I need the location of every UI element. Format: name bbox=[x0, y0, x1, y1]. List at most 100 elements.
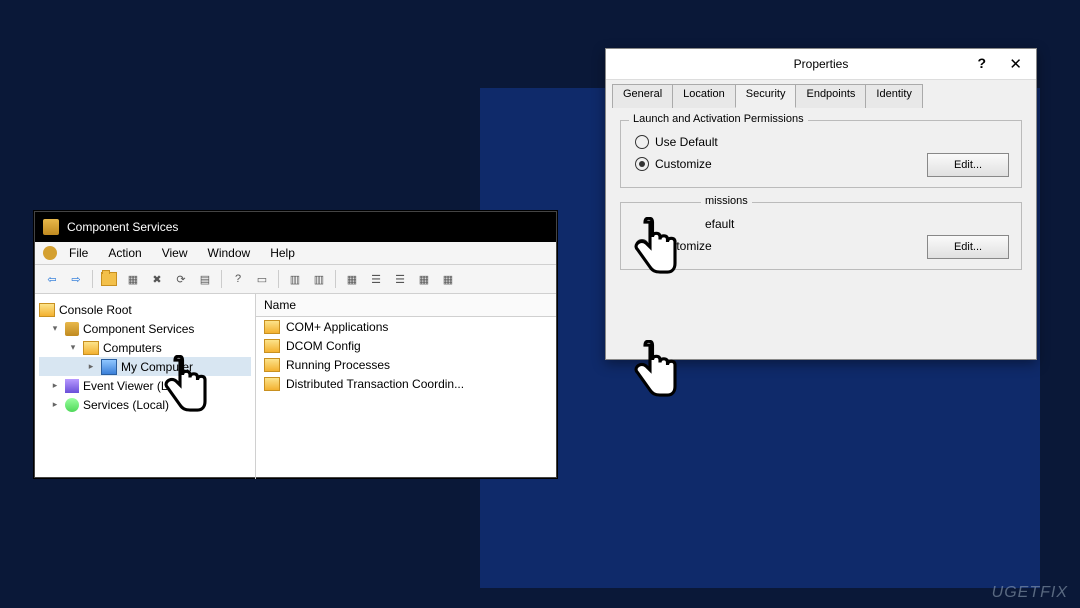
refresh-button[interactable]: ⟳ bbox=[170, 268, 192, 290]
watermark: UGETFIX bbox=[992, 584, 1068, 602]
tree-node-console-root[interactable]: Console Root bbox=[39, 300, 251, 319]
expander-icon[interactable] bbox=[49, 399, 61, 410]
folder-icon bbox=[39, 303, 55, 317]
menu-file[interactable]: File bbox=[61, 244, 96, 262]
list-item[interactable]: DCOM Config bbox=[256, 336, 556, 355]
toolbar-separator bbox=[221, 270, 222, 288]
list-item[interactable]: Running Processes bbox=[256, 355, 556, 374]
help-button[interactable]: ? bbox=[227, 268, 249, 290]
toolbar-button[interactable]: ▦ bbox=[413, 268, 435, 290]
expander-icon[interactable] bbox=[67, 342, 79, 353]
folder-icon bbox=[264, 377, 280, 391]
tab-general[interactable]: General bbox=[612, 84, 673, 108]
export-button[interactable]: ▤ bbox=[194, 268, 216, 290]
group-title: missions bbox=[701, 195, 752, 207]
menubar: File Action View Window Help bbox=[35, 242, 556, 265]
tree-label: My Computer bbox=[121, 360, 193, 374]
group-title: Launch and Activation Permissions bbox=[629, 113, 808, 125]
tab-location[interactable]: Location bbox=[672, 84, 736, 108]
tab-endpoints[interactable]: Endpoints bbox=[795, 84, 866, 108]
tree-label: Event Viewer (Local) bbox=[83, 379, 194, 393]
toolbar-button[interactable]: ☰ bbox=[365, 268, 387, 290]
forward-button[interactable] bbox=[65, 268, 87, 290]
radio-label: Customize bbox=[655, 157, 712, 171]
event-viewer-icon bbox=[65, 379, 79, 393]
window-titlebar[interactable]: Component Services bbox=[35, 212, 556, 242]
list-item-label: DCOM Config bbox=[286, 339, 361, 353]
toolbar-button[interactable]: ▥ bbox=[308, 268, 330, 290]
radio-label: Customize bbox=[655, 239, 712, 253]
radio-use-default[interactable]: Use Default bbox=[635, 131, 1007, 153]
toolbar-button[interactable]: ▦ bbox=[437, 268, 459, 290]
folder-icon bbox=[83, 341, 99, 355]
radio-icon[interactable] bbox=[635, 239, 649, 253]
tree-node-event-viewer[interactable]: Event Viewer (Local) bbox=[39, 376, 251, 395]
window-title: Component Services bbox=[67, 220, 178, 234]
security-tab-panel: Launch and Activation Permissions Use De… bbox=[606, 108, 1036, 296]
tree-label: Console Root bbox=[59, 303, 132, 317]
list-header-name[interactable]: Name bbox=[256, 294, 556, 317]
edit-button[interactable]: Edit... bbox=[927, 235, 1009, 259]
tree-node-services[interactable]: Services (Local) bbox=[39, 395, 251, 414]
list-item-label: COM+ Applications bbox=[286, 320, 388, 334]
toolbar-button[interactable]: ▥ bbox=[284, 268, 306, 290]
dialog-titlebar[interactable]: Properties ? ✕ bbox=[606, 49, 1036, 80]
edit-button[interactable]: Edit... bbox=[927, 153, 1009, 177]
tree-pane[interactable]: Console Root Component Services Computer… bbox=[35, 294, 256, 479]
menu-view[interactable]: View bbox=[154, 244, 196, 262]
properties-dialog: Properties ? ✕ General Location Security… bbox=[605, 48, 1037, 360]
tab-identity[interactable]: Identity bbox=[865, 84, 922, 108]
expander-icon[interactable] bbox=[49, 380, 61, 391]
toolbar-button[interactable]: ▦ bbox=[122, 268, 144, 290]
list-item-label: Distributed Transaction Coordin... bbox=[286, 377, 464, 391]
menu-help[interactable]: Help bbox=[262, 244, 303, 262]
folder-icon bbox=[264, 339, 280, 353]
component-services-icon bbox=[65, 322, 79, 336]
toolbar-separator bbox=[92, 270, 93, 288]
launch-permissions-group: Launch and Activation Permissions Use De… bbox=[620, 120, 1022, 188]
toolbar-button[interactable]: ☰ bbox=[389, 268, 411, 290]
radio-icon[interactable] bbox=[635, 135, 649, 149]
component-services-icon bbox=[43, 219, 59, 235]
tree-label: Component Services bbox=[83, 322, 194, 336]
radio-label: efault bbox=[705, 217, 734, 231]
access-permissions-group: missions efault Customize Edit... bbox=[620, 202, 1022, 270]
toolbar-button[interactable]: ▦ bbox=[341, 268, 363, 290]
tree-label: Computers bbox=[103, 341, 162, 355]
dialog-title: Properties bbox=[794, 57, 849, 71]
toolbar: ▦ ✖ ⟳ ▤ ? ▭ ▥ ▥ ▦ ☰ ☰ ▦ ▦ bbox=[35, 265, 556, 294]
desktop-background: Component Services File Action View Wind… bbox=[0, 0, 1080, 608]
menu-window[interactable]: Window bbox=[200, 244, 259, 262]
pin-icon[interactable] bbox=[43, 246, 57, 260]
folder-icon bbox=[264, 320, 280, 334]
menu-action[interactable]: Action bbox=[100, 244, 149, 262]
radio-label: Use Default bbox=[655, 135, 718, 149]
window-body: Console Root Component Services Computer… bbox=[35, 294, 556, 479]
expander-icon[interactable] bbox=[49, 323, 61, 334]
back-button[interactable] bbox=[41, 268, 63, 290]
up-button[interactable] bbox=[98, 268, 120, 290]
toolbar-separator bbox=[278, 270, 279, 288]
tree-node-my-computer[interactable]: My Computer bbox=[39, 357, 251, 376]
computer-icon bbox=[101, 359, 117, 375]
list-item-label: Running Processes bbox=[286, 358, 390, 372]
list-pane[interactable]: Name COM+ Applications DCOM Config Runni… bbox=[256, 294, 556, 479]
radio-use-default[interactable]: efault bbox=[635, 213, 1007, 235]
close-button[interactable]: ✕ bbox=[1009, 55, 1022, 73]
expander-icon[interactable] bbox=[85, 361, 97, 372]
tree-node-computers[interactable]: Computers bbox=[39, 338, 251, 357]
list-item[interactable]: COM+ Applications bbox=[256, 317, 556, 336]
list-item[interactable]: Distributed Transaction Coordin... bbox=[256, 374, 556, 393]
tree-node-component-services[interactable]: Component Services bbox=[39, 319, 251, 338]
window-button[interactable]: ▭ bbox=[251, 268, 273, 290]
folder-icon bbox=[264, 358, 280, 372]
help-button[interactable]: ? bbox=[977, 55, 986, 71]
component-services-window: Component Services File Action View Wind… bbox=[34, 211, 557, 478]
tab-bar: General Location Security Endpoints Iden… bbox=[606, 80, 1036, 108]
services-icon bbox=[65, 398, 79, 412]
tab-security[interactable]: Security bbox=[735, 84, 797, 108]
toolbar-button[interactable]: ✖ bbox=[146, 268, 168, 290]
tree-label: Services (Local) bbox=[83, 398, 169, 412]
radio-icon[interactable] bbox=[635, 157, 649, 171]
toolbar-separator bbox=[335, 270, 336, 288]
